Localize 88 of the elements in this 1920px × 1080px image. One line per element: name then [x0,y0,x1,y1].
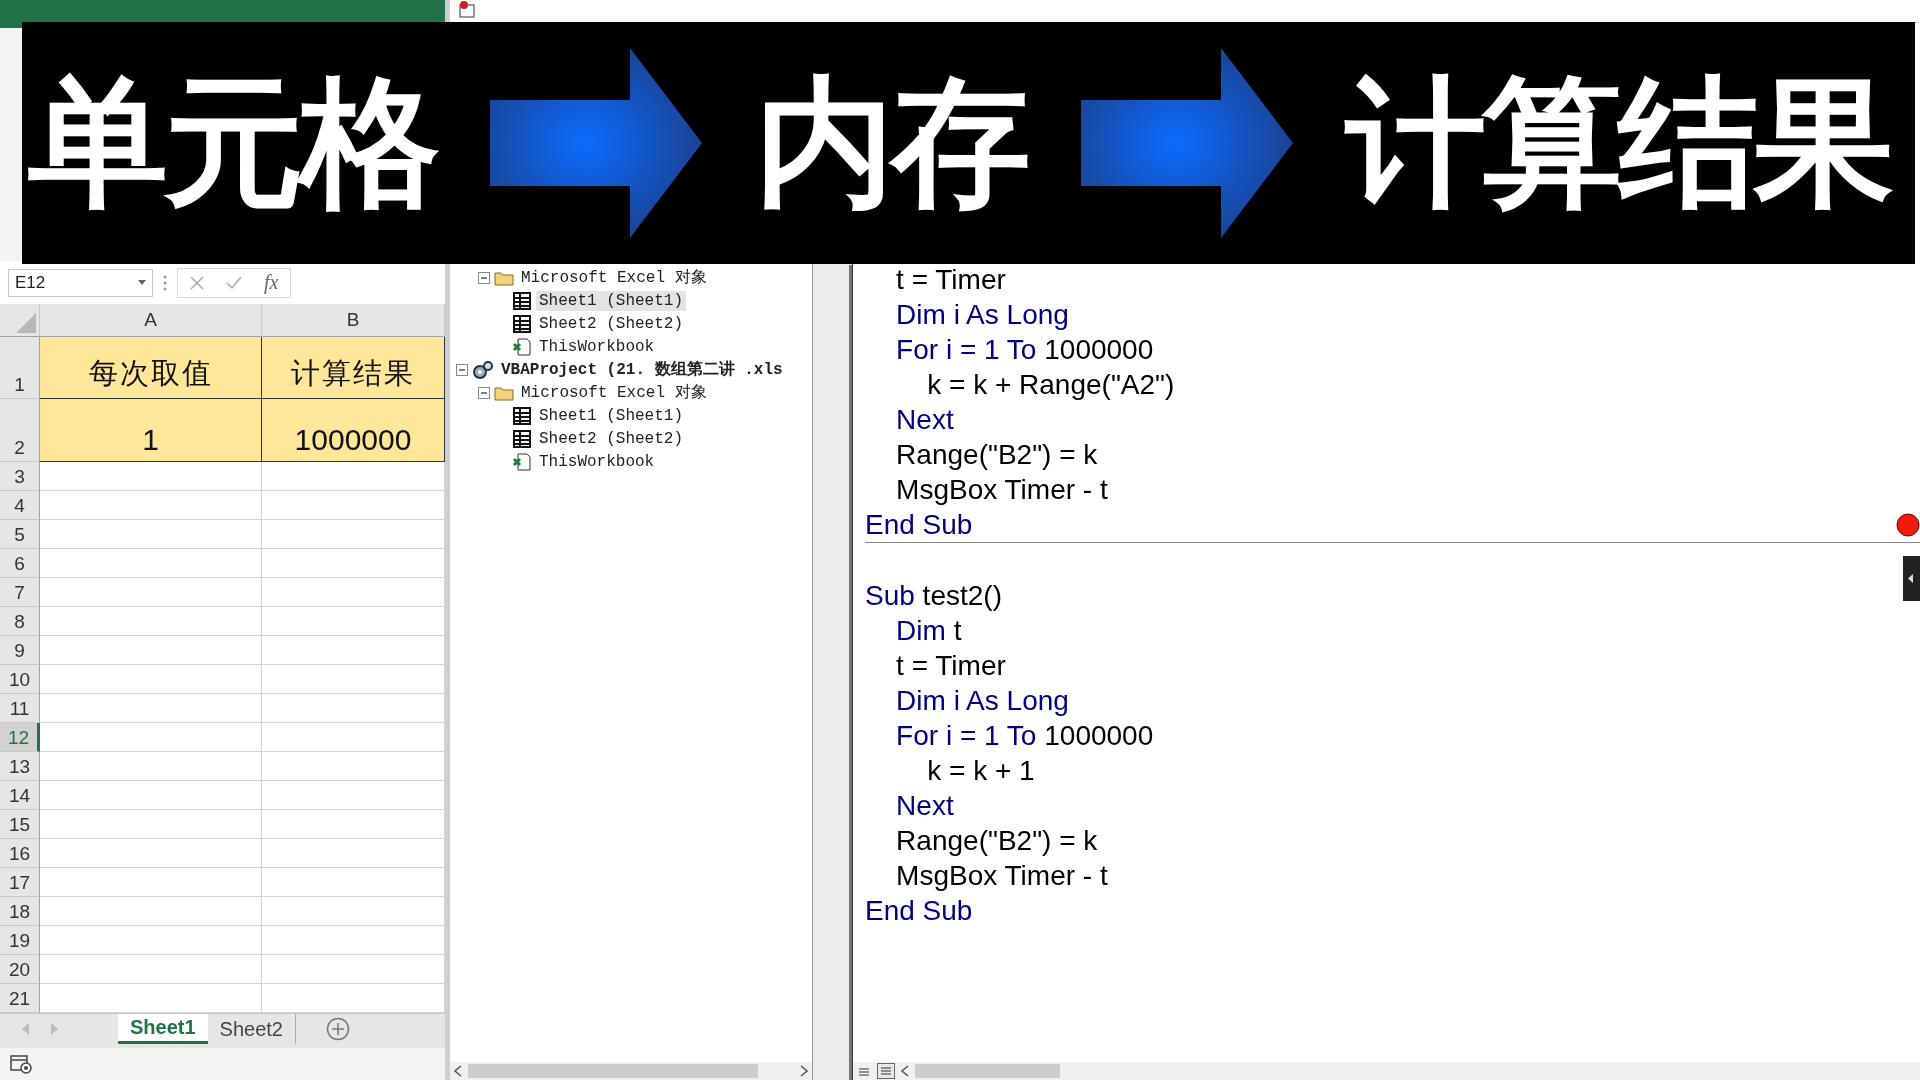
code-line: Next [895,789,954,823]
row-header[interactable]: 16 [0,839,40,869]
workbook-icon [512,452,532,471]
tree-item[interactable]: VBAProject (21. 数组第二讲 .xls [498,358,786,381]
tree-item[interactable]: Microsoft Excel 对象 [518,381,710,404]
row-header[interactable]: 11 [0,694,40,724]
row-header[interactable]: 9 [0,636,40,666]
row-header[interactable]: 3 [0,462,40,492]
row-header[interactable]: 5 [0,520,40,550]
table-cell: 计算结果 [262,337,445,400]
folder-icon [494,269,514,286]
row-header[interactable]: 12 [0,723,40,753]
code-line: For i = 1 To 1000000 [895,719,1154,753]
record-dot-icon [1896,513,1920,537]
add-sheet-icon[interactable] [326,1017,350,1042]
row-header[interactable]: 20 [0,955,40,985]
row-header[interactable]: 1 [0,337,40,400]
banner-text: 单元格 [28,73,436,213]
row-header[interactable]: 10 [0,665,40,695]
code-line: t = Timer [895,649,1006,683]
table-cell: 每次取值 [40,337,262,400]
banner-text: 内存 [755,73,1027,213]
workbook-icon [512,337,532,356]
row-header[interactable]: 6 [0,549,40,579]
code-line: k = k + Range("A2") [926,368,1175,402]
code-line: Range("B2") = k [895,438,1098,472]
full-module-view-icon[interactable] [877,1063,895,1079]
scrollbar-thumb[interactable] [915,1064,1060,1078]
sheet-icon [512,291,532,310]
row-header[interactable]: 15 [0,810,40,840]
sheet-icon [512,406,532,425]
code-line: MsgBox Timer - t [895,859,1108,893]
code-line: Dim i As Long [895,298,1069,332]
table-cell: 1000000 [262,399,445,463]
gears-icon [472,359,494,380]
sheet-tab[interactable]: Sheet2 [207,1014,296,1045]
code-line: t = Timer [895,263,1006,297]
code-line: Dim i As Long [895,684,1069,718]
tree-item[interactable]: Sheet2 (Sheet2) [536,313,687,334]
row-header[interactable]: 8 [0,607,40,637]
collapse-icon[interactable] [456,363,468,376]
sheet-icon [512,314,532,333]
scrollbar-thumb[interactable] [468,1064,758,1078]
arrow-icon [489,48,702,238]
insert-function-button[interactable]: fx [264,271,279,295]
row-header[interactable]: 21 [0,984,40,1014]
code-line: Range("B2") = k [895,824,1098,858]
row-header[interactable]: 4 [0,491,40,521]
scrollbar[interactable] [450,1062,812,1080]
code-line: Sub test2() [865,579,1002,613]
code-line: For i = 1 To 1000000 [895,333,1154,367]
check-icon[interactable] [226,275,242,290]
sheet-tab[interactable]: Sheet1 [118,1014,208,1045]
tree-item[interactable]: Sheet1 (Sheet1) [536,290,687,311]
column-header[interactable]: A [40,304,262,338]
tree-item[interactable]: ThisWorkbook [536,451,658,472]
code-line: End Sub [865,508,973,542]
sheet-icon [512,429,532,448]
cancel-icon[interactable] [190,275,204,290]
code-line: MsgBox Timer - t [895,473,1108,507]
dropdown-icon[interactable] [138,280,146,286]
code-line: Next [895,403,954,437]
arrow-icon [1080,48,1293,238]
code-line: End Sub [865,894,973,928]
collapse-icon[interactable] [478,386,490,399]
tree-item[interactable]: Sheet1 (Sheet1) [536,405,687,426]
banner-text: 计算结果 [1346,73,1890,213]
more-icon [163,274,167,291]
row-header[interactable]: 2 [0,399,40,463]
scrollbar[interactable] [853,1062,1920,1080]
tree-item[interactable]: Sheet2 (Sheet2) [536,428,687,449]
tree-item[interactable]: Microsoft Excel 对象 [518,266,710,289]
table-cell: 1 [40,399,262,463]
name-box[interactable]: E12 [8,268,153,297]
row-header[interactable]: 17 [0,868,40,898]
collapse-icon[interactable] [478,271,490,284]
code-line: Dim t [895,614,962,648]
macro-record-icon[interactable] [10,1054,32,1075]
column-header[interactable]: B [262,304,445,338]
row-header[interactable]: 18 [0,897,40,927]
folder-icon [494,384,514,401]
row-header[interactable]: 19 [0,926,40,956]
row-header[interactable]: 14 [0,781,40,811]
tree-item[interactable]: ThisWorkbook [536,336,658,357]
row-header[interactable]: 7 [0,578,40,608]
code-line: k = k + 1 [926,754,1035,788]
collapse-tab-icon[interactable] [1903,556,1920,601]
row-header[interactable]: 13 [0,752,40,782]
